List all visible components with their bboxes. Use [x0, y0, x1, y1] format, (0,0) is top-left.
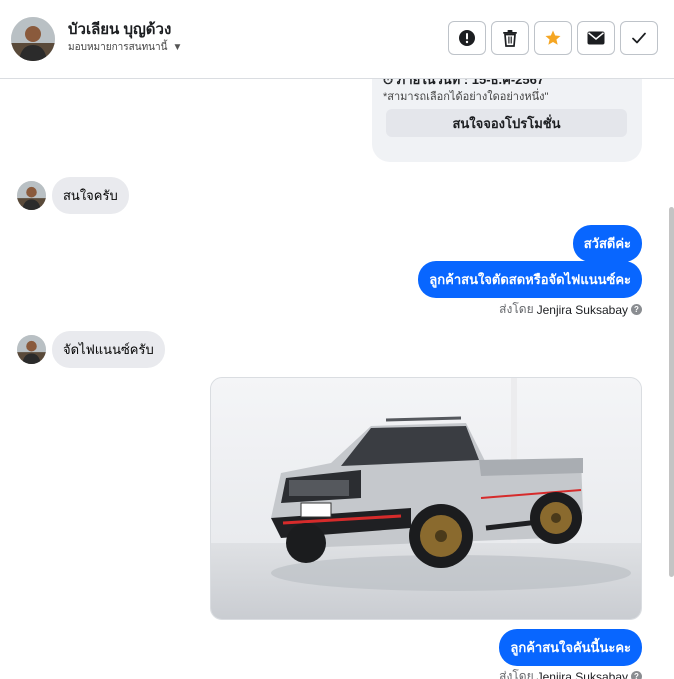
caret-down-icon: ▼	[172, 42, 183, 53]
message-thread[interactable]: ⏱ ภายในวันที่ : 15-ธ.ค-2567 *สามารถเลือก…	[0, 79, 674, 679]
star-icon	[545, 30, 561, 45]
sent-by-prefix: ส่งโดย	[499, 302, 534, 316]
promo-note: *สามารถเลือกได้อย่างใดอย่างหนึ่ง"	[383, 91, 549, 103]
sent-by-line: ส่งโดย Jenjira Suksabay ?	[499, 300, 642, 319]
incoming-message-row: สนใจครับ	[17, 177, 129, 214]
outgoing-message-bubble[interactable]: สวัสดีค่ะ	[572, 225, 642, 262]
outgoing-message-bubble[interactable]: ลูกค้าสนใจตัดสดหรือจัดไฟแนนซ์คะ	[418, 261, 642, 298]
pickup-truck-photo	[211, 378, 641, 619]
star-button[interactable]	[534, 21, 572, 55]
incoming-message-row: จัดไฟแนนซ์ครับ	[17, 331, 165, 368]
promo-card: ⏱ ภายในวันที่ : 15-ธ.ค-2567 *สามารถเลือก…	[372, 79, 642, 162]
sent-by-agent: Jenjira Suksabay	[536, 669, 628, 679]
outgoing-message-bubble[interactable]: ลูกค้าสนใจคันนี้นะคะ	[499, 629, 642, 666]
delete-button[interactable]	[491, 21, 529, 55]
contact-avatar-photo	[11, 17, 55, 61]
mark-unread-button[interactable]	[577, 21, 615, 55]
assign-label: มอบหมายการสนทนานี้	[68, 42, 168, 53]
mark-done-button[interactable]	[620, 21, 658, 55]
contact-name[interactable]: บัวเลียน บุญด้วง	[68, 17, 171, 41]
check-icon	[632, 32, 646, 44]
sent-by-line: ส่งโดย Jenjira Suksabay ?	[499, 667, 642, 679]
sent-by-prefix: ส่งโดย	[499, 669, 534, 679]
incoming-message-bubble[interactable]: จัดไฟแนนซ์ครับ	[52, 331, 165, 368]
trash-icon	[503, 30, 517, 47]
question-icon[interactable]: ?	[631, 671, 642, 679]
incoming-message-bubble[interactable]: สนใจครับ	[52, 177, 129, 214]
contact-avatar[interactable]	[11, 17, 55, 61]
conversation-header: บัวเลียน บุญด้วง มอบหมายการสนทนานี้ ▼	[0, 0, 674, 79]
question-icon[interactable]: ?	[631, 304, 642, 315]
sent-by-agent: Jenjira Suksabay	[536, 302, 628, 317]
envelope-icon	[587, 31, 605, 45]
contact-avatar-small[interactable]	[17, 335, 46, 364]
vehicle-photo-attachment[interactable]	[210, 377, 642, 620]
contact-avatar-small-photo	[17, 335, 46, 364]
contact-avatar-small-photo	[17, 181, 46, 210]
thread-scrollbar[interactable]	[669, 207, 674, 577]
book-promotion-button[interactable]: สนใจจองโปรโมชั่น	[386, 109, 627, 137]
contact-avatar-small[interactable]	[17, 181, 46, 210]
assign-conversation-dropdown[interactable]: มอบหมายการสนทนานี้ ▼	[68, 40, 182, 55]
alert-circle-icon	[459, 30, 475, 46]
conversation-actions	[448, 21, 658, 55]
spam-button[interactable]	[448, 21, 486, 55]
